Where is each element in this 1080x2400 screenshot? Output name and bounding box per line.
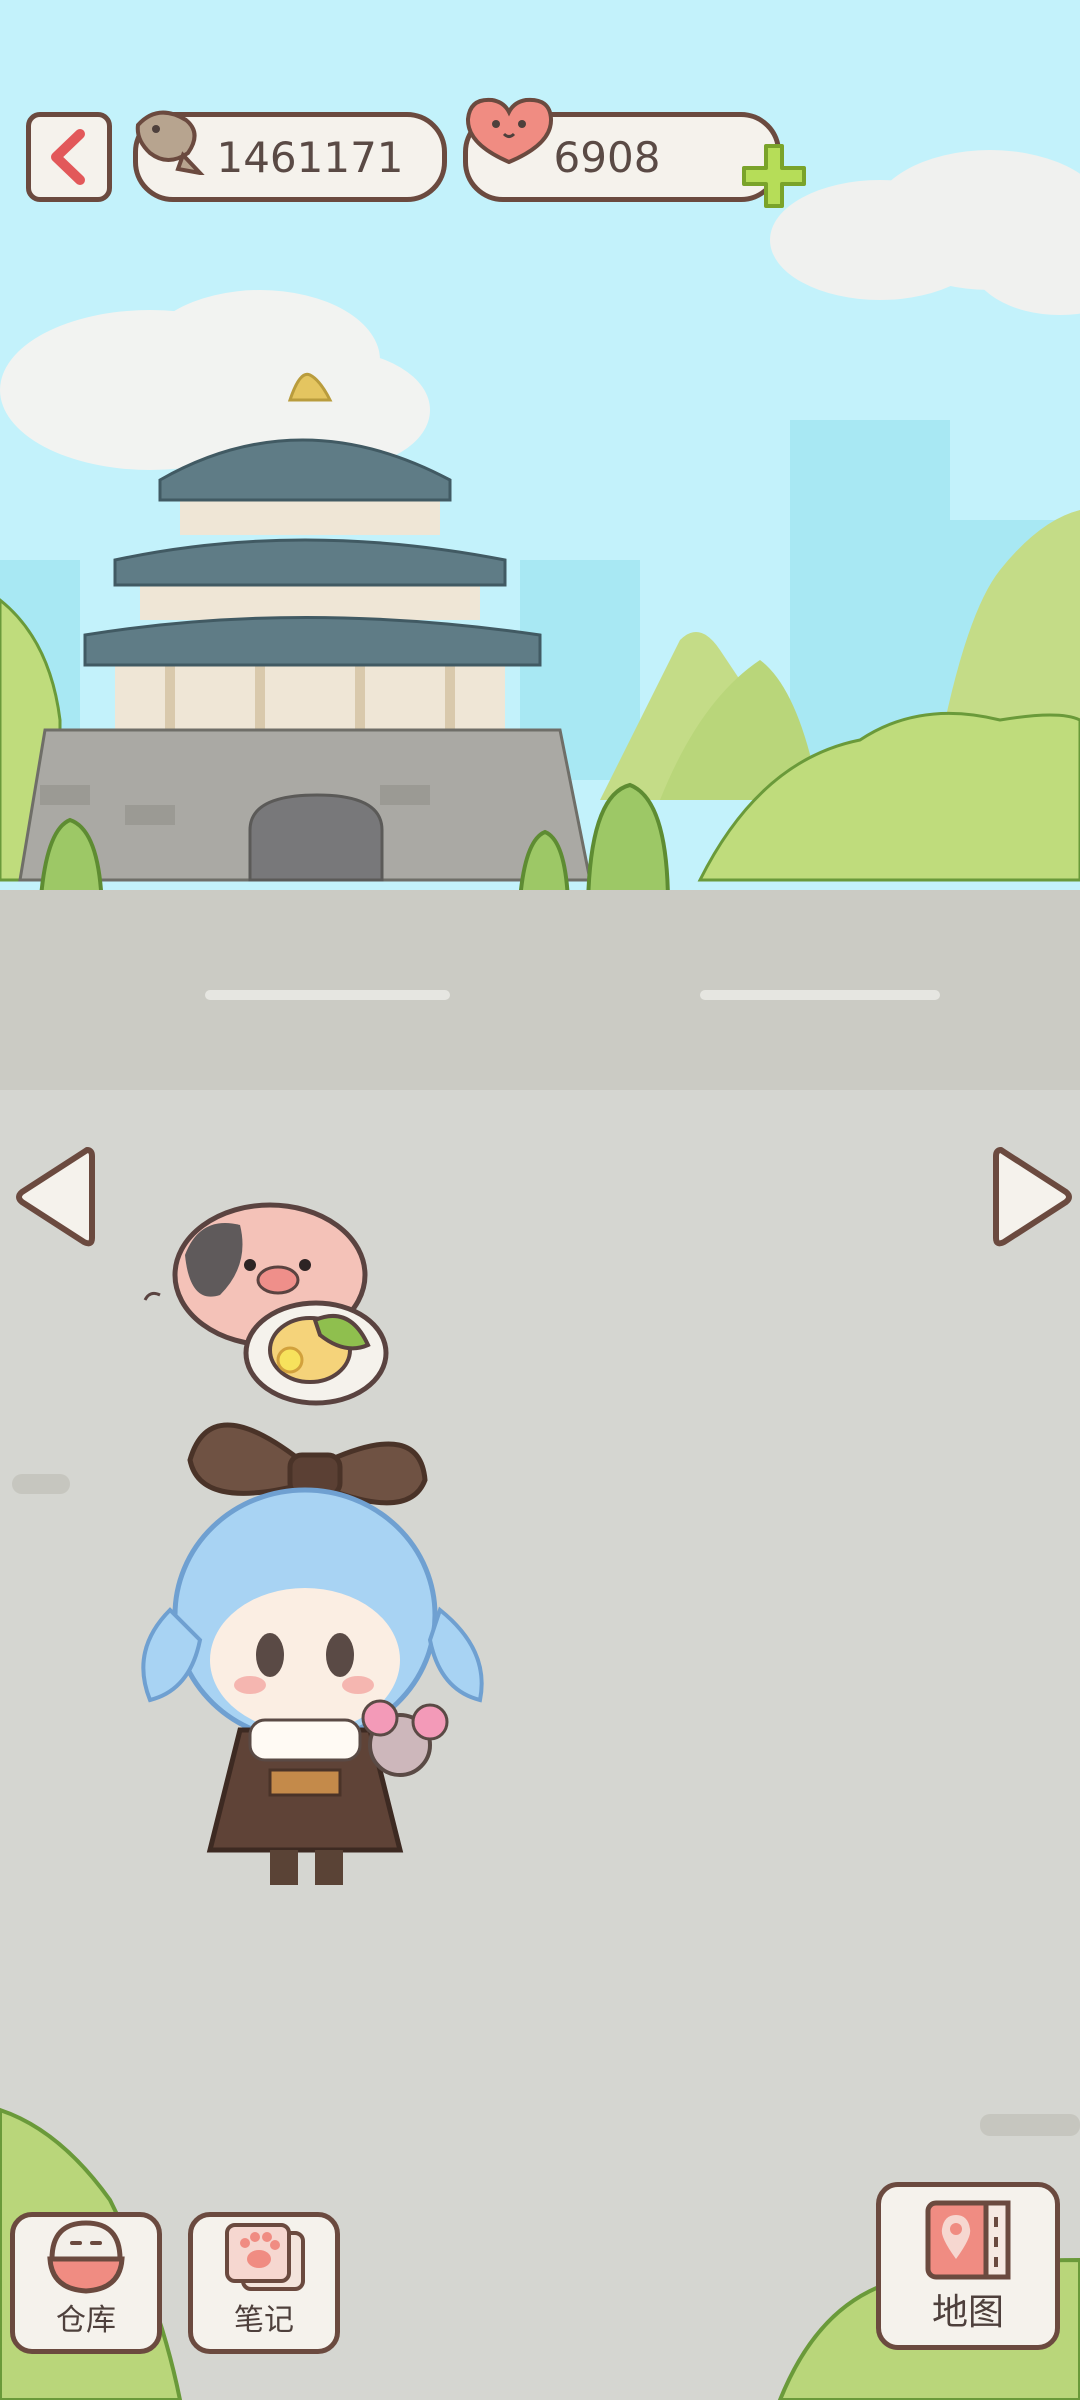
fish-icon bbox=[135, 110, 205, 175]
triangle-left-icon[interactable] bbox=[12, 1142, 96, 1252]
triangle-right-icon[interactable] bbox=[992, 1142, 1076, 1252]
map-button[interactable]: 地图 bbox=[876, 2182, 1060, 2350]
map-book-icon bbox=[925, 2200, 1011, 2280]
girl-character[interactable] bbox=[130, 1400, 500, 1900]
game-scene bbox=[0, 0, 1080, 2400]
back-button[interactable] bbox=[26, 112, 112, 202]
fish-count: 1461171 bbox=[216, 132, 404, 182]
storage-label: 仓库 bbox=[56, 2303, 116, 2338]
heart-count: 6908 bbox=[553, 132, 661, 182]
paw-notebook-icon bbox=[225, 2223, 305, 2291]
notes-button[interactable]: 笔记 bbox=[188, 2212, 340, 2354]
notes-label: 笔记 bbox=[234, 2303, 294, 2338]
plus-icon[interactable] bbox=[740, 142, 808, 210]
storage-button[interactable]: 仓库 bbox=[10, 2212, 162, 2354]
pig-character[interactable] bbox=[140, 1195, 400, 1425]
chevron-left-icon bbox=[51, 129, 85, 185]
map-label: 地图 bbox=[931, 2292, 1004, 2333]
storage-bowl-icon bbox=[47, 2220, 125, 2294]
heart-icon bbox=[465, 97, 554, 165]
